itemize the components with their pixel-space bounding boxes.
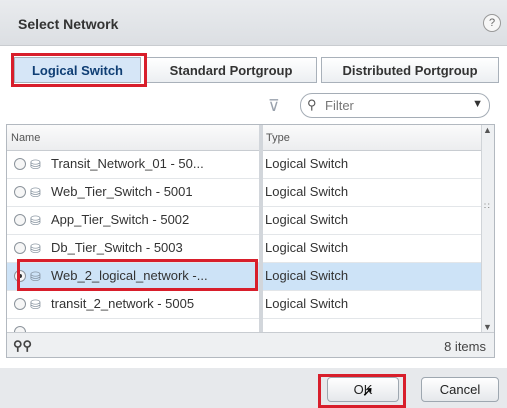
row-radio[interactable]	[14, 186, 26, 198]
cell-name: App_Tier_Switch - 5002	[51, 212, 190, 227]
cell-name: Web_2_logical_network -...	[51, 268, 208, 283]
scroll-down-icon[interactable]: ▼	[483, 322, 492, 332]
network-table: Name Type ⛁ Transit_Network_01 - 50... L…	[6, 124, 495, 358]
mouse-cursor-icon: ➚	[362, 383, 374, 399]
scroll-grip-icon[interactable]: ∷	[484, 201, 490, 212]
funnel-icon[interactable]: ⊽	[268, 96, 280, 116]
network-icon: ⛁	[30, 157, 41, 172]
help-icon[interactable]: ?	[483, 14, 501, 32]
scroll-up-icon[interactable]: ▲	[483, 125, 492, 135]
network-icon: ⛁	[30, 185, 41, 200]
row-radio[interactable]	[14, 298, 26, 310]
cell-type: Logical Switch	[265, 212, 349, 227]
tab-standard-portgroup[interactable]: Standard Portgroup	[145, 57, 317, 83]
network-icon: ⛁	[30, 269, 41, 284]
table-row[interactable]: ⛁ App_Tier_Switch - 5002 Logical Switch	[7, 207, 483, 235]
table-row-partial[interactable]	[7, 319, 483, 333]
cell-type: Logical Switch	[265, 240, 349, 255]
binoculars-icon[interactable]: ⚲⚲	[13, 338, 32, 354]
item-count: 8 items	[444, 339, 486, 354]
table-row[interactable]: ⛁ Db_Tier_Switch - 5003 Logical Switch	[7, 235, 483, 263]
cell-type: Logical Switch	[265, 268, 349, 283]
dialog-title: Select Network	[18, 16, 119, 32]
tab-logical-switch[interactable]: Logical Switch	[14, 57, 141, 83]
column-header-name[interactable]: Name	[7, 125, 259, 151]
cell-name: Web_Tier_Switch - 5001	[51, 184, 193, 199]
cancel-button[interactable]: Cancel	[421, 377, 499, 402]
filter-input[interactable]: ⚲ Filter ▼	[300, 93, 490, 118]
column-header-type[interactable]: Type	[259, 125, 483, 151]
table-row-selected[interactable]: ⛁ Web_2_logical_network -... Logical Swi…	[7, 263, 483, 291]
table-scrollbar[interactable]: ▲ ∷ ▼	[481, 125, 494, 332]
table-row[interactable]: ⛁ Transit_Network_01 - 50... Logical Swi…	[7, 151, 483, 179]
row-radio[interactable]	[14, 242, 26, 254]
cell-name: Db_Tier_Switch - 5003	[51, 240, 183, 255]
network-icon: ⛁	[30, 297, 41, 312]
table-row[interactable]: ⛁ transit_2_network - 5005 Logical Switc…	[7, 291, 483, 319]
cell-name: transit_2_network - 5005	[51, 296, 195, 311]
column-divider[interactable]	[259, 125, 263, 332]
network-icon: ⛁	[30, 213, 41, 228]
row-radio-selected[interactable]	[14, 270, 26, 282]
cell-name: Transit_Network_01 - 50...	[51, 156, 204, 171]
tab-distributed-portgroup[interactable]: Distributed Portgroup	[321, 57, 499, 83]
cell-type: Logical Switch	[265, 184, 349, 199]
table-footer: ⚲⚲ 8 items	[7, 332, 494, 357]
row-radio[interactable]	[14, 214, 26, 226]
cell-type: Logical Switch	[265, 296, 349, 311]
chevron-down-icon[interactable]: ▼	[472, 98, 483, 110]
dialog-titlebar: Select Network ?	[0, 0, 507, 46]
cell-type: Logical Switch	[265, 156, 349, 171]
dialog-button-bar: OK Cancel	[0, 368, 507, 408]
search-icon: ⚲	[307, 97, 317, 112]
network-icon: ⛁	[30, 241, 41, 256]
filter-placeholder: Filter	[325, 98, 354, 113]
row-radio[interactable]	[14, 158, 26, 170]
table-row[interactable]: ⛁ Web_Tier_Switch - 5001 Logical Switch	[7, 179, 483, 207]
